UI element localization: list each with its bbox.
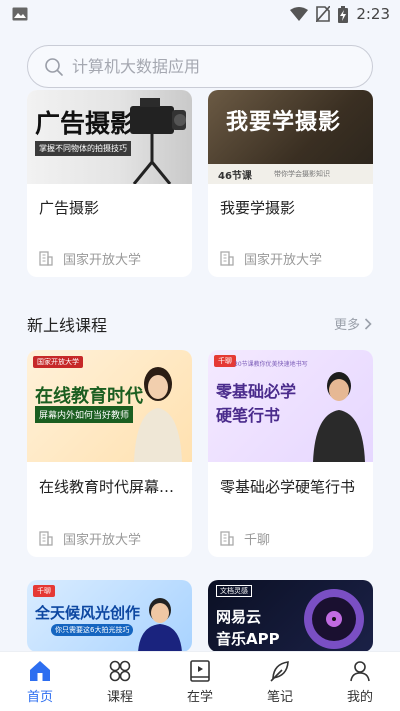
course-title: 广告摄影 xyxy=(39,199,100,217)
institution-name: 国家开放大学 xyxy=(244,253,323,268)
tab-label: 在学 xyxy=(186,689,213,705)
camera-icon xyxy=(130,98,186,184)
thumbnail-brand: 国家开放大学 xyxy=(33,356,83,368)
building-icon xyxy=(39,531,53,546)
course-card-netease-music[interactable]: 文档灵感 网易云 音乐APP xyxy=(208,580,373,652)
tab-label: 首页 xyxy=(26,689,53,705)
person-icon xyxy=(350,660,370,681)
clover-icon xyxy=(109,660,131,681)
course-title: 零基础必学硬笔行书 xyxy=(220,478,356,496)
course-institution: 国家开放大学 xyxy=(220,249,322,268)
course-thumbnail: 广告摄影 掌握不同物体的拍摄技巧 xyxy=(27,90,192,184)
course-institution: 国家开放大学 xyxy=(39,249,141,268)
thumbnail-title-line-1: 网易云 xyxy=(216,608,262,626)
thumbnail-title: 全天候风光创作 xyxy=(35,604,141,622)
thumbnail-title-line-2: 硬笔行书 xyxy=(216,406,281,425)
building-icon xyxy=(39,251,53,266)
building-icon xyxy=(220,531,234,546)
status-bar: 2:23 xyxy=(0,0,400,28)
more-label: 更多 xyxy=(333,318,360,333)
section-title: 新上线课程 xyxy=(27,316,108,335)
course-thumbnail: 千聊 30节课教你优美快速地书写 零基础必学 硬笔行书 xyxy=(208,350,373,462)
tab-label: 课程 xyxy=(106,689,133,705)
course-title: 我要学摄影 xyxy=(220,199,296,217)
thumbnail-title: 我要学摄影 xyxy=(226,110,342,135)
tab-profile[interactable]: 我的 xyxy=(325,659,395,705)
course-thumbnail: 我要学摄影 46节课 带你学会摄影知识 xyxy=(208,90,373,184)
course-card-ad-photography[interactable]: 广告摄影 掌握不同物体的拍摄技巧 广告摄影 国家开放大学 xyxy=(27,90,192,277)
thumbnail-subtitle: 屏幕内外如何当好教师 xyxy=(35,406,134,423)
thumbnail-brand: 千聊 xyxy=(33,585,55,597)
course-thumbnail: 千聊 全天候风光创作 你只需要这6大拍光技巧 xyxy=(27,580,192,652)
institution-name: 国家开放大学 xyxy=(63,253,142,268)
wifi-icon xyxy=(290,7,309,21)
course-thumbnail: 国家开放大学 在线教育时代 屏幕内外如何当好教师 xyxy=(27,350,192,462)
no-sim-icon xyxy=(316,6,331,22)
building-icon xyxy=(220,251,234,266)
institution-name: 千聊 xyxy=(244,533,271,548)
teacher-photo xyxy=(313,372,365,462)
thumbnail-badge: 46节课 xyxy=(218,171,252,182)
thumbnail-title: 广告摄影 xyxy=(35,109,136,138)
chevron-right-icon xyxy=(364,317,372,330)
teacher-photo xyxy=(138,598,182,652)
thumbnail-title-line-2: 音乐APP xyxy=(216,630,280,648)
battery-charging-icon xyxy=(338,5,349,23)
feather-icon xyxy=(270,660,289,682)
course-card-landscape[interactable]: 千聊 全天候风光创作 你只需要这6大拍光技巧 xyxy=(27,580,192,652)
thumbnail-subtitle: 带你学会摄影知识 xyxy=(274,170,330,178)
tab-learning[interactable]: 在学 xyxy=(165,659,235,705)
course-card-learn-photography[interactable]: 我要学摄影 46节课 带你学会摄影知识 我要学摄影 国家开放大学 xyxy=(208,90,373,277)
tab-courses[interactable]: 课程 xyxy=(85,659,155,705)
bottom-tab-bar: 首页 课程 在学 笔记 我的 xyxy=(0,651,400,711)
search-icon xyxy=(44,57,64,77)
course-card-calligraphy[interactable]: 千聊 30节课教你优美快速地书写 零基础必学 硬笔行书 零基础必学硬笔行书 千聊 xyxy=(208,350,373,557)
home-icon xyxy=(30,660,50,681)
tab-notes[interactable]: 笔记 xyxy=(245,659,315,705)
teacher-photo xyxy=(134,367,182,462)
course-thumbnail: 文档灵感 网易云 音乐APP xyxy=(208,580,373,652)
vinyl-record-icon xyxy=(304,589,364,649)
thumbnail-title: 在线教育时代 xyxy=(35,386,143,407)
search-input[interactable] xyxy=(72,57,342,76)
tab-label: 我的 xyxy=(346,689,373,705)
thumbnail-subtitle: 掌握不同物体的拍摄技巧 xyxy=(35,141,131,156)
thumbnail-title-line-1: 零基础必学 xyxy=(216,382,297,401)
course-institution: 国家开放大学 xyxy=(39,529,141,548)
thumbnail-brand: 文档灵感 xyxy=(216,585,252,597)
tab-label: 笔记 xyxy=(266,689,293,705)
institution-name: 国家开放大学 xyxy=(63,533,142,548)
thumbnail-brand: 千聊 xyxy=(214,355,236,367)
status-time: 2:23 xyxy=(356,5,390,23)
course-institution: 千聊 xyxy=(220,529,270,548)
more-link[interactable]: 更多 xyxy=(334,314,372,333)
course-card-online-education[interactable]: 国家开放大学 在线教育时代 屏幕内外如何当好教师 在线教育时代屏幕… 国家开放大… xyxy=(27,350,192,557)
search-bar[interactable] xyxy=(27,45,373,88)
course-title: 在线教育时代屏幕… xyxy=(39,478,175,496)
image-icon xyxy=(12,7,28,21)
thumbnail-subtitle: 你只需要这6大拍光技巧 xyxy=(51,624,134,636)
thumbnail-tag: 30节课教你优美快速地书写 xyxy=(234,361,308,368)
tab-home[interactable]: 首页 xyxy=(5,659,75,705)
book-play-icon xyxy=(190,659,210,682)
